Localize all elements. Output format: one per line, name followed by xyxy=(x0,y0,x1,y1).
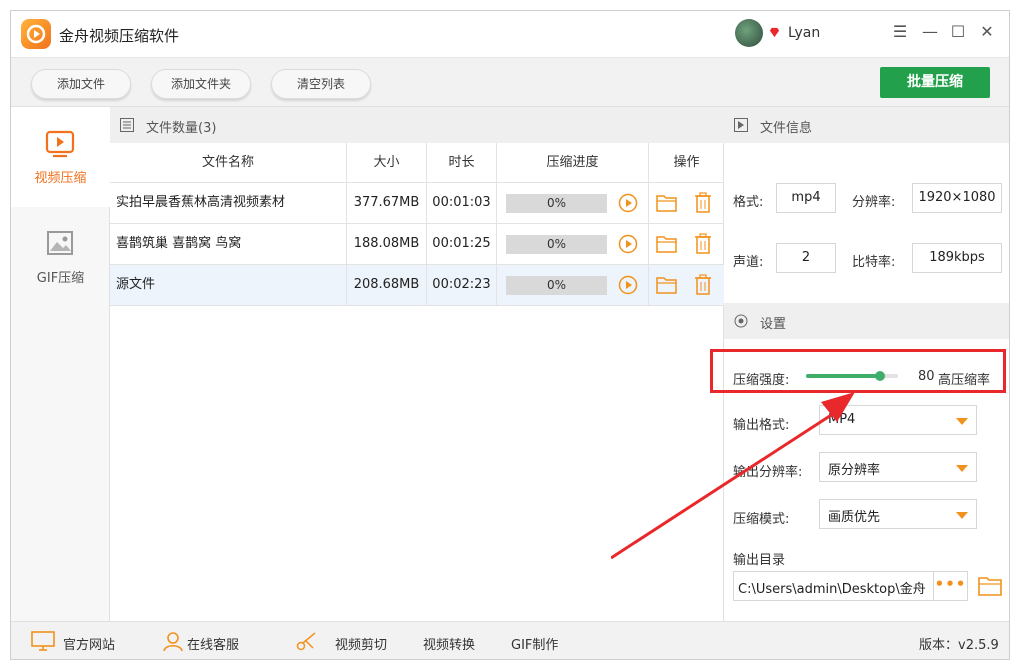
file-size: 377.67MB xyxy=(347,183,427,223)
file-name: 源文件 xyxy=(110,265,347,305)
output-dir-value: C:\Users\admin\Desktop\金舟 xyxy=(738,582,926,597)
file-name: 实拍早晨香蕉林高清视频素材 xyxy=(110,183,347,223)
progress-text: 0% xyxy=(546,237,567,251)
app-window: 金舟视频压缩软件 Lyan ☰ — ☐ ✕ 添加文件 添加文件夹 清空列表 批量… xyxy=(10,10,1010,660)
sidebar-item-video-compress[interactable]: 视频压缩 xyxy=(11,107,110,207)
scissors-icon xyxy=(296,632,316,651)
menu-icon[interactable]: ☰ xyxy=(891,23,909,41)
batch-compress-button[interactable]: 批量压缩 xyxy=(880,67,990,98)
progress-bar: 0% xyxy=(506,276,607,295)
progress-bar: 0% xyxy=(506,235,607,254)
format-value: mp4 xyxy=(776,183,836,213)
bitrate-value: 189kbps xyxy=(912,243,1002,273)
sidebar: 视频压缩 GIF压缩 xyxy=(11,107,110,621)
sidebar-item-gif-compress[interactable]: GIF压缩 xyxy=(11,207,110,307)
progress-text: 0% xyxy=(546,278,567,292)
add-file-button[interactable]: 添加文件 xyxy=(31,69,131,99)
play-icon[interactable] xyxy=(618,234,638,254)
column-header-size: 大小 xyxy=(347,143,427,183)
toolbar: 添加文件 添加文件夹 清空列表 批量压缩 xyxy=(11,57,1009,107)
settings-title: 设置 xyxy=(760,317,787,332)
bitrate-label: 比特率: xyxy=(852,255,896,270)
online-support-link[interactable]: 在线客服 xyxy=(187,634,239,653)
video-cut-link[interactable]: 视频剪切 xyxy=(335,634,387,653)
settings-icon xyxy=(734,314,748,328)
minimize-icon[interactable]: — xyxy=(921,23,939,41)
table-header: 文件名称 大小 时长 压缩进度 操作 xyxy=(110,143,724,183)
gif-image-icon xyxy=(47,231,73,255)
file-info-icon xyxy=(734,118,748,132)
monitor-icon xyxy=(31,631,55,651)
sidebar-item-label: 视频压缩 xyxy=(34,171,87,186)
video-compress-icon xyxy=(45,130,75,158)
trash-icon[interactable] xyxy=(694,274,712,295)
list-icon xyxy=(120,118,134,132)
official-website-link[interactable]: 官方网站 xyxy=(63,634,115,653)
gif-make-link[interactable]: GIF制作 xyxy=(511,634,558,653)
progress-text: 0% xyxy=(546,196,567,210)
strength-text: 高压缩率 xyxy=(938,373,991,388)
table-row[interactable]: 源文件 208.68MB 00:02:23 0% xyxy=(110,265,724,306)
column-header-duration: 时长 xyxy=(427,143,497,183)
annotation-arrow xyxy=(611,392,855,560)
file-duration: 00:01:25 xyxy=(427,224,497,264)
column-header-name: 文件名称 xyxy=(110,143,347,183)
footer: 官方网站 在线客服 视频剪切 视频转换 GIF制作 版本：v2.5.9 xyxy=(11,621,1009,659)
user-name[interactable]: Lyan xyxy=(788,25,820,41)
app-logo-icon xyxy=(21,19,51,49)
clear-list-button[interactable]: 清空列表 xyxy=(271,69,371,99)
vip-diamond-icon xyxy=(769,27,780,38)
version-label: 版本：v2.5.9 xyxy=(919,638,999,653)
file-info-header: 文件信息 xyxy=(724,107,1009,143)
trash-icon[interactable] xyxy=(694,192,712,213)
settings-header: 设置 xyxy=(724,303,1009,339)
close-icon[interactable]: ✕ xyxy=(978,23,996,41)
play-icon[interactable] xyxy=(618,193,638,213)
folder-icon[interactable] xyxy=(656,234,677,253)
column-header-progress: 压缩进度 xyxy=(497,143,649,183)
browse-more-button[interactable]: ••• xyxy=(934,571,968,601)
resolution-value: 1920×1080 xyxy=(912,183,1002,213)
folder-icon[interactable] xyxy=(656,193,677,212)
file-size: 208.68MB xyxy=(347,265,427,305)
add-folder-button[interactable]: 添加文件夹 xyxy=(151,69,251,99)
format-label: 格式: xyxy=(733,195,764,210)
file-name: 喜鹊筑巢 喜鹊窝 鸟窝 xyxy=(110,224,347,264)
chevron-down-icon xyxy=(956,512,968,519)
chevron-down-icon xyxy=(956,418,968,425)
strength-value: 80 xyxy=(918,369,935,384)
channel-value: 2 xyxy=(776,243,836,273)
user-avatar[interactable] xyxy=(735,19,763,47)
folder-icon[interactable] xyxy=(656,275,677,294)
video-convert-link[interactable]: 视频转换 xyxy=(423,634,475,653)
play-icon[interactable] xyxy=(618,275,638,295)
file-duration: 00:02:23 xyxy=(427,265,497,305)
table-row[interactable]: 喜鹊筑巢 喜鹊窝 鸟窝 188.08MB 00:01:25 0% xyxy=(110,224,724,265)
progress-bar: 0% xyxy=(506,194,607,213)
file-count: 文件数量(3) xyxy=(146,121,217,136)
column-header-actions: 操作 xyxy=(673,155,700,170)
title-bar: 金舟视频压缩软件 Lyan ☰ — ☐ ✕ xyxy=(11,11,1009,57)
slider-handle[interactable] xyxy=(874,371,885,381)
maximize-icon[interactable]: ☐ xyxy=(949,23,967,41)
file-info-title: 文件信息 xyxy=(760,121,813,136)
sidebar-item-label: GIF压缩 xyxy=(36,271,85,286)
file-count-header: 文件数量(3) xyxy=(110,107,724,143)
file-size: 188.08MB xyxy=(347,224,427,264)
resolution-label: 分辨率: xyxy=(852,195,896,210)
slider-fill xyxy=(806,374,880,378)
open-folder-icon[interactable] xyxy=(978,575,1002,596)
channel-label: 声道: xyxy=(733,255,764,270)
strength-slider[interactable] xyxy=(806,371,898,381)
file-duration: 00:01:03 xyxy=(427,183,497,223)
app-title: 金舟视频压缩软件 xyxy=(59,27,180,45)
trash-icon[interactable] xyxy=(694,233,712,254)
table-row[interactable]: 实拍早晨香蕉林高清视频素材 377.67MB 00:01:03 0% xyxy=(110,183,724,224)
customer-service-icon xyxy=(163,632,183,652)
chevron-down-icon xyxy=(956,465,968,472)
